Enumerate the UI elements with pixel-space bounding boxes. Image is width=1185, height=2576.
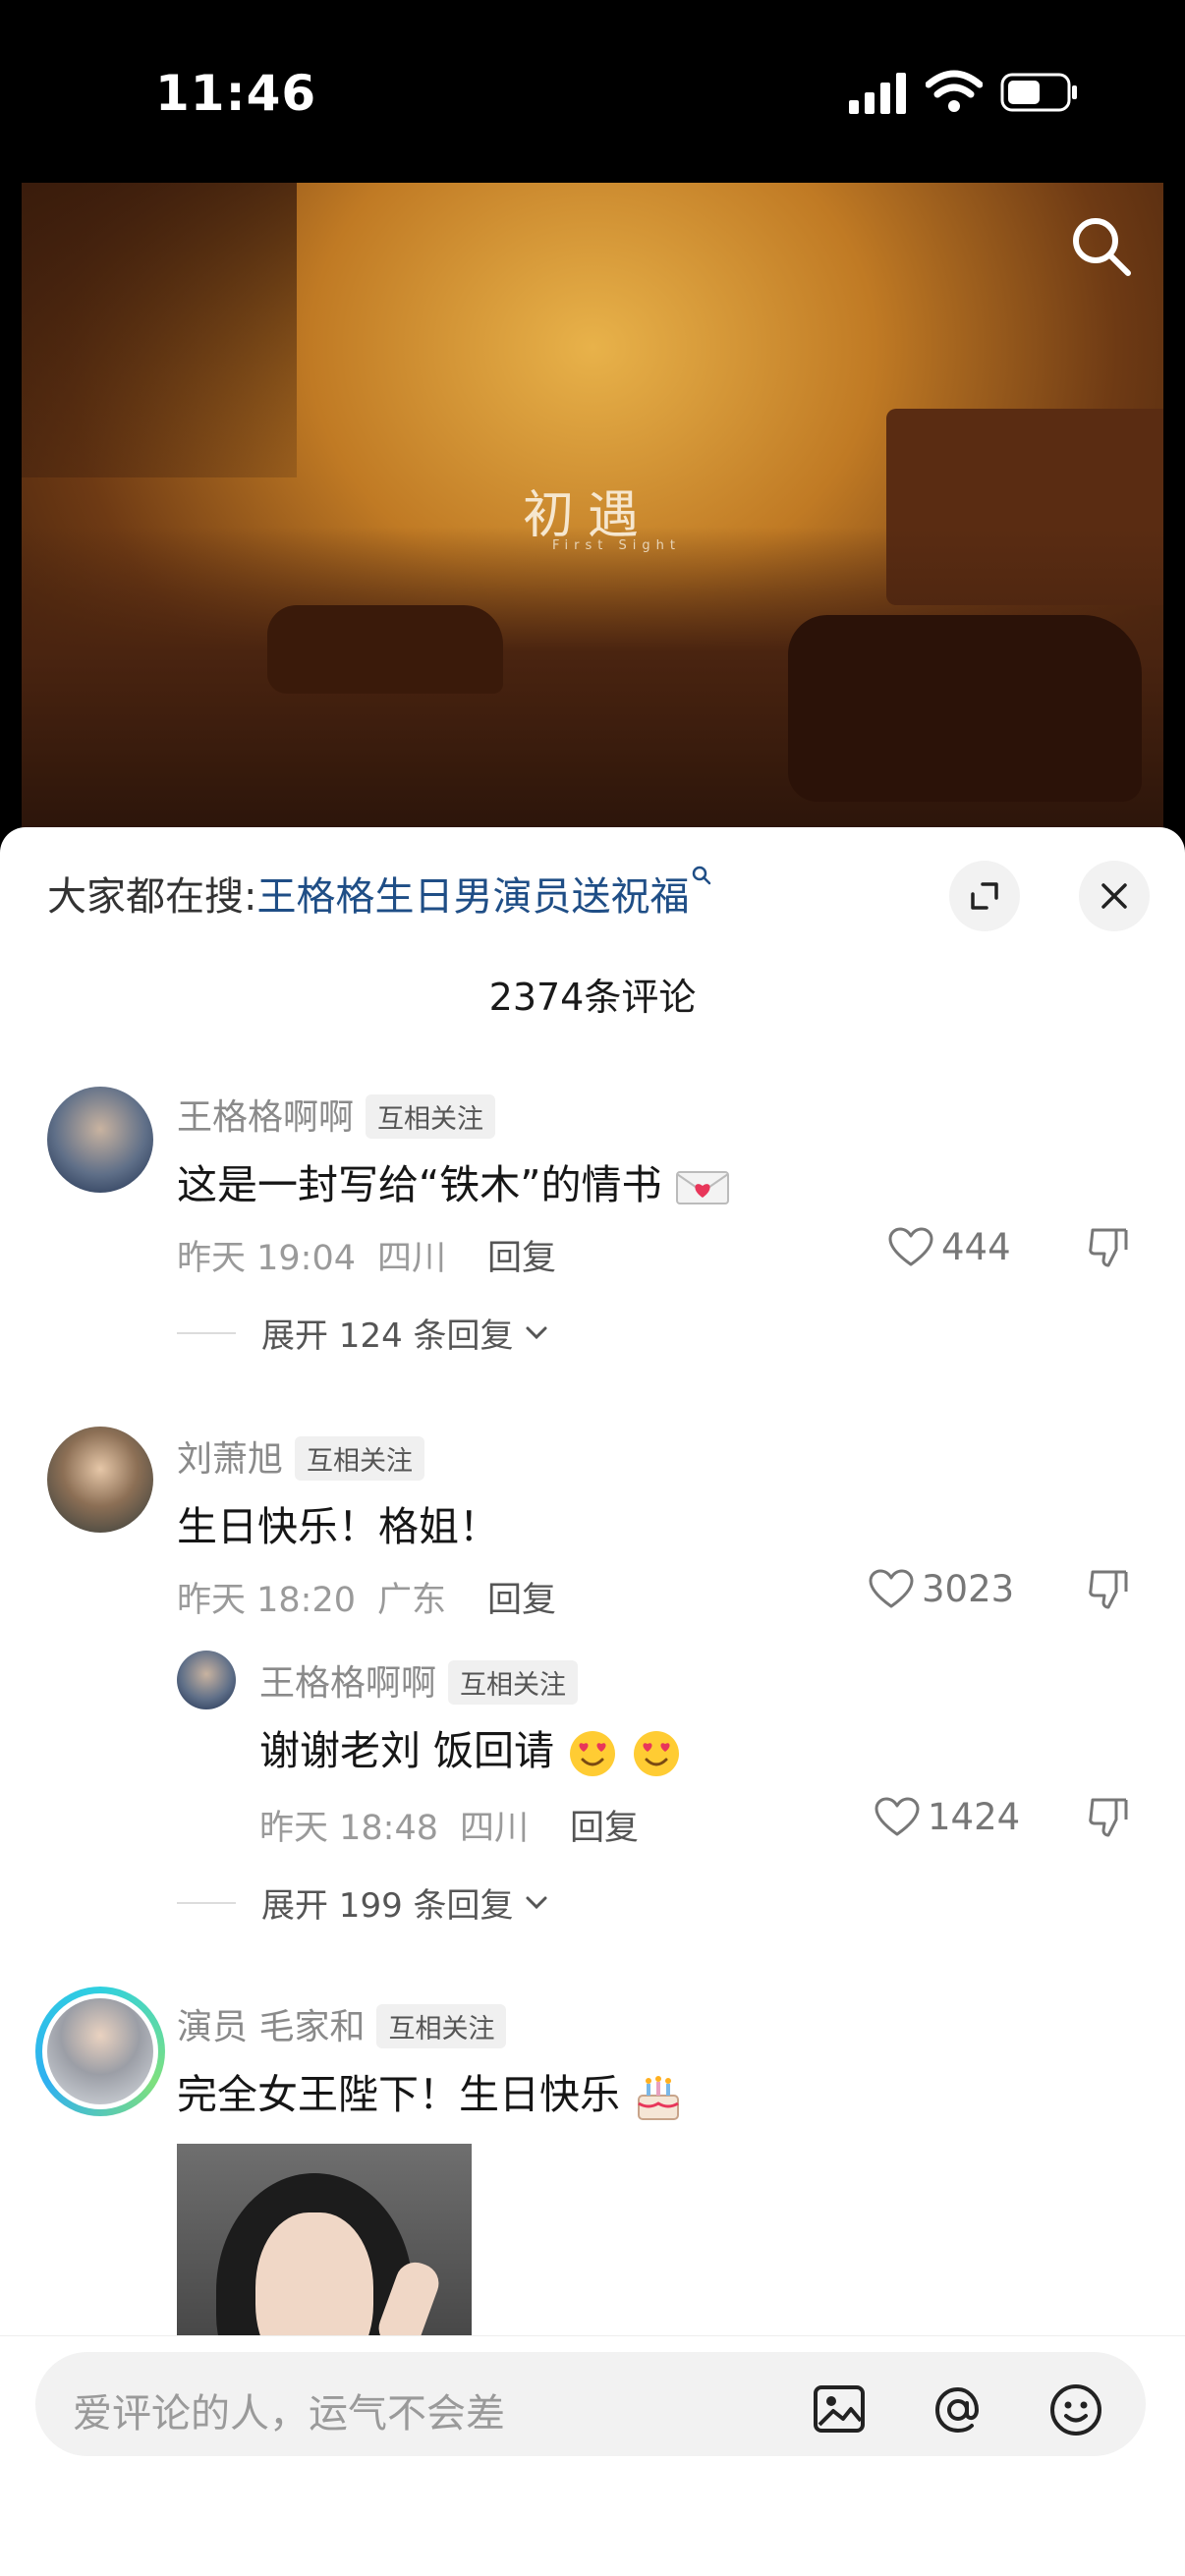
expand-replies[interactable]: 展开 124 条回复 (177, 1309, 551, 1357)
status-bar: 11:46 (0, 0, 1185, 187)
reply-button[interactable]: 回复 (487, 1581, 556, 1620)
like-count: 3023 (922, 1568, 1015, 1610)
chevron-down-icon (526, 1896, 547, 1909)
like-button[interactable]: 3023 (869, 1568, 1014, 1610)
heart-eyes-emoji-icon (634, 1731, 680, 1776)
close-button[interactable] (1079, 861, 1150, 931)
like-count: 444 (941, 1226, 1011, 1268)
heart-icon (888, 1227, 933, 1265)
image-icon[interactable] (812, 2381, 867, 2436)
like-button[interactable]: 1424 (875, 1796, 1020, 1838)
comment-location: 广东 (377, 1581, 447, 1620)
reply-button[interactable]: 回复 (570, 1809, 639, 1848)
mutual-follow-badge: 互相关注 (366, 1093, 496, 1139)
comment-input-bar: 爱评论的人，运气不会差 (0, 2335, 1185, 2576)
avatar[interactable] (47, 1427, 153, 1533)
comment-location: 四川 (377, 1239, 447, 1278)
comment-input-placeholder: 爱评论的人，运气不会差 (73, 2391, 505, 2436)
expand-replies-label: 展开 124 条回复 (261, 1316, 514, 1356)
wifi-icon (926, 70, 983, 112)
battery-icon (1000, 73, 1077, 112)
search-icon (693, 866, 711, 885)
dislike-icon[interactable] (1087, 1566, 1132, 1611)
reply-time: 昨天 18:48 (259, 1809, 438, 1848)
reply-location: 四川 (460, 1809, 530, 1848)
comment-count: 2374条评论 (488, 976, 697, 1019)
comment-author[interactable]: 演员 毛家和 (177, 2007, 365, 2047)
comment-time: 昨天 19:04 (177, 1239, 356, 1278)
hot-search-label: 大家都在搜: (47, 874, 257, 920)
status-time: 11:46 (155, 65, 317, 122)
mutual-follow-badge: 互相关注 (376, 2003, 507, 2048)
cellular-signal-icon (849, 73, 906, 114)
sheet-header: 大家都在搜:王格格生日男演员送祝福 (0, 827, 1185, 965)
heart-eyes-emoji-icon (570, 1731, 616, 1776)
hot-search[interactable]: 大家都在搜:王格格生日男演员送祝福 (47, 865, 712, 922)
avatar[interactable] (47, 1087, 153, 1193)
like-count: 1424 (928, 1796, 1021, 1838)
comment-text: 完全女王陛下！生日快乐 (177, 2071, 620, 2118)
expand-replies-label: 展开 199 条回复 (261, 1886, 514, 1926)
mutual-follow-badge: 互相关注 (295, 1435, 425, 1481)
comment-author[interactable]: 王格格啊啊 (177, 1097, 354, 1138)
close-icon (1101, 883, 1127, 909)
expand-sheet-button[interactable] (949, 861, 1020, 931)
avatar[interactable] (35, 1987, 165, 2116)
dislike-icon[interactable] (1087, 1224, 1132, 1269)
mutual-follow-badge: 互相关注 (448, 1659, 579, 1705)
comments-sheet: 大家都在搜:王格格生日男演员送祝福 2374条评论 王格格啊啊 互相关注 这是一封… (0, 827, 1185, 2576)
heart-icon (875, 1797, 920, 1835)
comment-text: 这是一封写给“铁木”的情书 (177, 1161, 662, 1208)
video-title: 初遇 (523, 486, 653, 545)
heart-icon (869, 1569, 914, 1607)
video-player[interactable]: 初遇 First Sight (22, 183, 1163, 841)
birthday-cake-icon (638, 2076, 680, 2120)
video-subtitle: First Sight (552, 538, 681, 553)
dislike-icon[interactable] (1087, 1794, 1132, 1839)
emoji-icon[interactable] (1047, 2381, 1104, 2438)
reply-text: 谢谢老刘 饭回请 (259, 1727, 555, 1774)
search-icon[interactable] (1067, 212, 1136, 281)
chevron-down-icon (526, 1326, 547, 1339)
reply-avatar[interactable] (177, 1651, 236, 1709)
love-letter-icon (675, 1171, 729, 1204)
hot-search-term[interactable]: 王格格生日男演员送祝福 (256, 874, 689, 920)
comment-author[interactable]: 刘萧旭 (177, 1439, 283, 1480)
like-button[interactable]: 444 (888, 1226, 1011, 1268)
comment-time: 昨天 18:20 (177, 1581, 356, 1620)
comment-input[interactable]: 爱评论的人，运气不会差 (35, 2352, 1146, 2456)
expand-icon (971, 882, 998, 910)
expand-replies[interactable]: 展开 199 条回复 (177, 1878, 551, 1927)
mention-icon[interactable] (930, 2381, 987, 2438)
comment-text: 生日快乐！格姐！ (177, 1503, 499, 1550)
reply-button[interactable]: 回复 (487, 1239, 556, 1278)
reply-author[interactable]: 王格格啊啊 (259, 1663, 436, 1704)
